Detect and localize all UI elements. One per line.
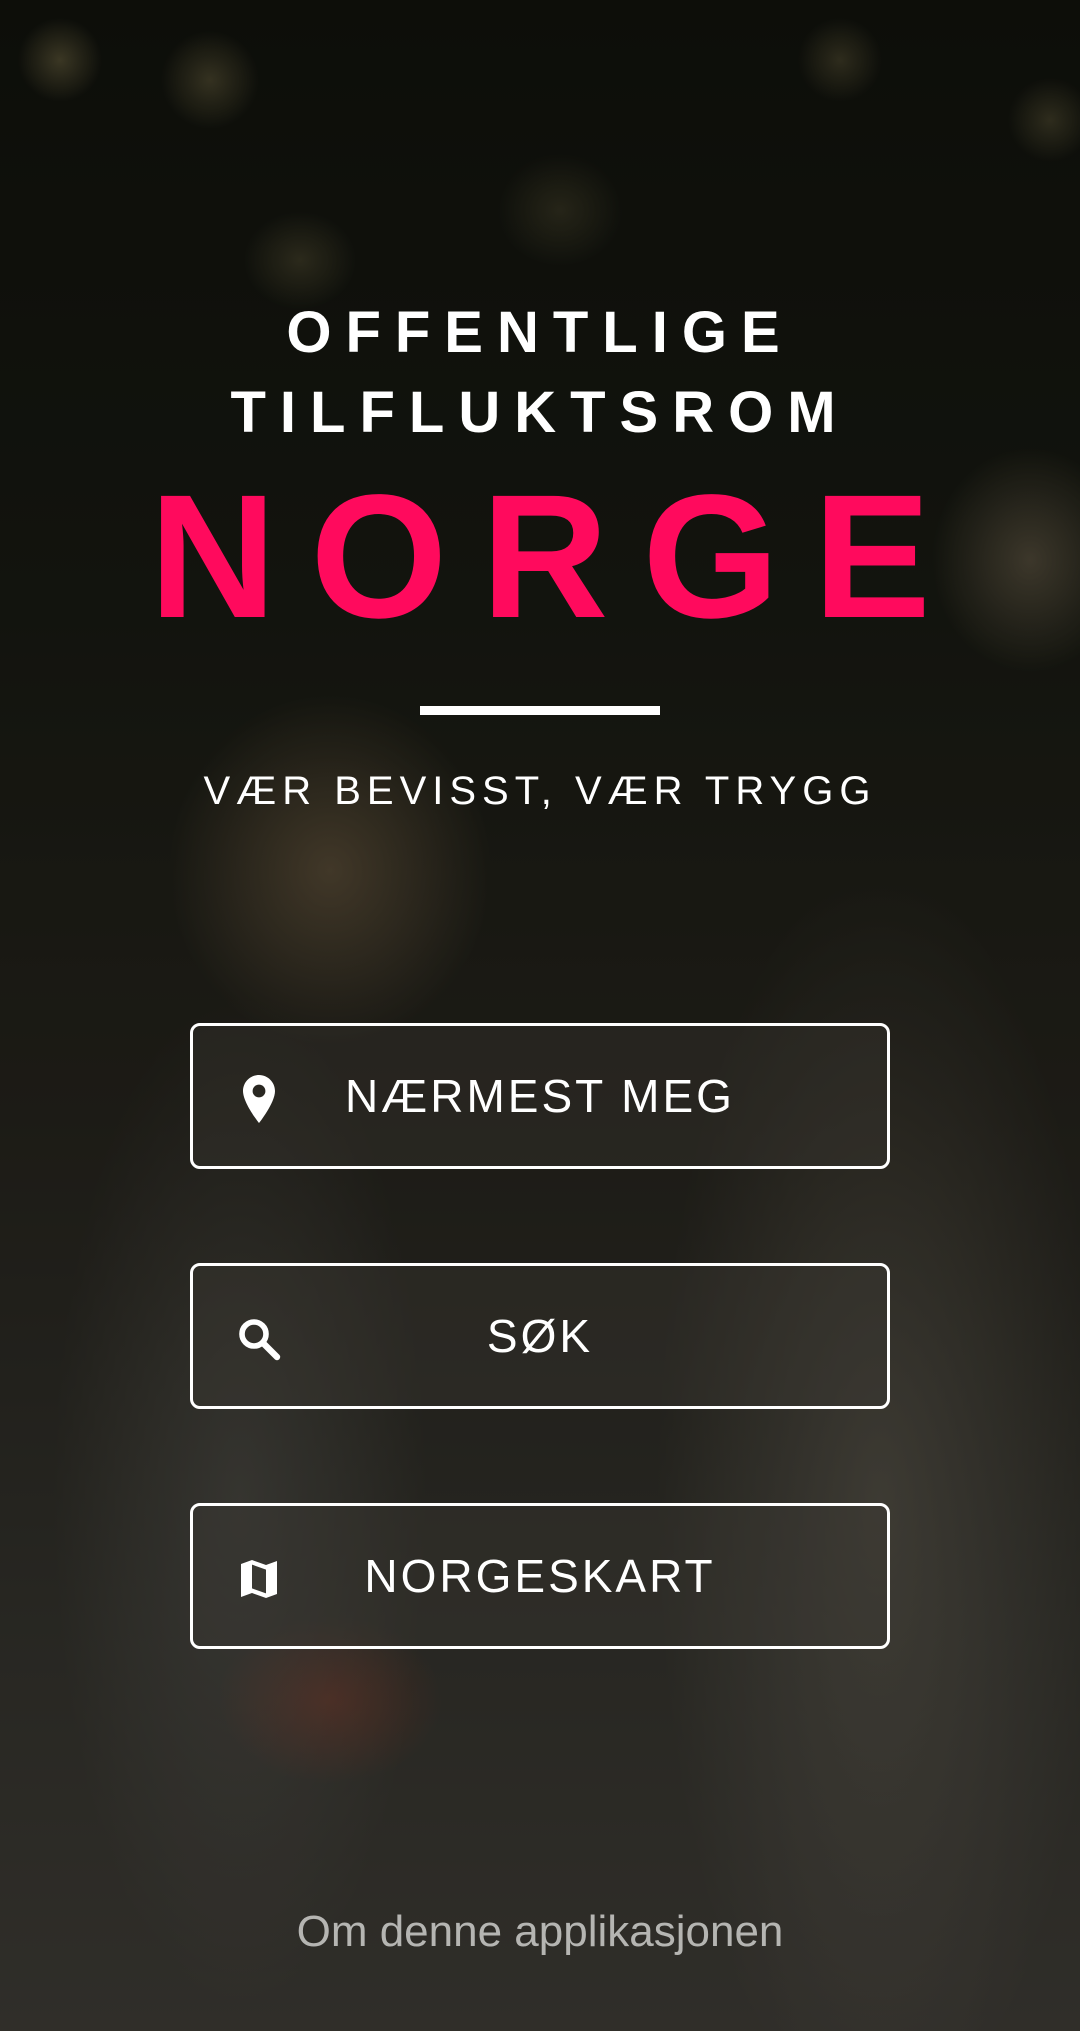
tagline: VÆR BEVISST, VÆR TRYGG bbox=[203, 769, 877, 813]
nearest-me-label: NÆRMEST MEG bbox=[345, 1070, 735, 1122]
brand-title: NORGE bbox=[149, 459, 965, 655]
about-app-link[interactable]: Om denne applikasjonen bbox=[0, 1902, 1080, 1962]
home-screen: OFFENTLIGE TILFLUKTSROM NORGE VÆR BEVISS… bbox=[0, 0, 1080, 2031]
norway-map-button[interactable]: NORGESKART bbox=[190, 1503, 890, 1649]
title-line-1: OFFENTLIGE bbox=[286, 300, 794, 365]
norway-map-label: NORGESKART bbox=[364, 1550, 716, 1602]
title-line-2: TILFLUKTSROM bbox=[230, 380, 850, 445]
title-divider bbox=[420, 706, 660, 715]
nearest-me-button[interactable]: NÆRMEST MEG bbox=[190, 1023, 890, 1169]
search-button[interactable]: SØK bbox=[190, 1263, 890, 1409]
search-label: SØK bbox=[486, 1310, 594, 1362]
